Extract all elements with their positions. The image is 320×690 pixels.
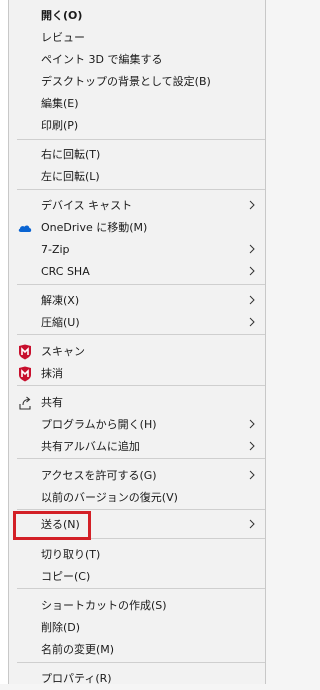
menu-item-5[interactable]: 編集(E) (9, 93, 265, 115)
highlight-box-send-to (13, 511, 91, 540)
menu-item-label: 削除(D) (41, 621, 81, 634)
menu-separator (17, 284, 265, 285)
menu-item-label: OneDrive に移動(M) (41, 221, 148, 234)
share-icon (17, 395, 33, 411)
menu-item-20[interactable]: アクセスを許可する(G) (9, 465, 265, 487)
menu-item-15[interactable]: スキャン (9, 341, 265, 363)
menu-item-24[interactable]: コピー(C) (9, 566, 265, 588)
menu-item-label: アクセスを許可する(G) (41, 469, 157, 482)
menu-item-13[interactable]: 解凍(X) (9, 290, 265, 312)
menu-item-label: ペイント 3D で編集する (41, 53, 163, 66)
menu-item-label: 左に回転(L) (41, 170, 100, 183)
menu-item-label: ショートカットの作成(S) (41, 599, 167, 612)
menu-separator (17, 509, 265, 510)
menu-item-label: 印刷(P) (41, 119, 79, 132)
menu-item-27[interactable]: 名前の変更(M) (9, 639, 265, 661)
menu-item-label: プロパティ(R) (41, 672, 112, 685)
menu-item-28[interactable]: プロパティ(R) (9, 668, 265, 690)
submenu-arrow-icon (249, 419, 255, 429)
menu-separator (17, 139, 265, 140)
onedrive-cloud-icon (17, 220, 33, 236)
menu-item-label: スキャン (41, 345, 85, 358)
menu-item-12[interactable]: CRC SHA (9, 261, 265, 283)
menu-item-label: 解凍(X) (41, 294, 80, 307)
mcafee-shield-icon (17, 366, 33, 382)
menu-item-25[interactable]: ショートカットの作成(S) (9, 595, 265, 617)
menu-item-label: 7-Zip (41, 243, 70, 256)
menu-item-label: コピー(C) (41, 570, 91, 583)
submenu-arrow-icon (249, 470, 255, 480)
menu-item-23[interactable]: 切り取り(T) (9, 544, 265, 566)
menu-item-label: デスクトップの背景として設定(B) (41, 75, 211, 88)
menu-item-label: レビュー (41, 31, 85, 44)
menu-item-label: CRC SHA (41, 265, 90, 278)
menu-item-label: 圧縮(U) (41, 316, 80, 329)
menu-item-label: 名前の変更(M) (41, 643, 115, 656)
submenu-arrow-icon (249, 244, 255, 254)
menu-item-label: デバイス キャスト (41, 199, 133, 212)
menu-item-label: 右に回転(T) (41, 148, 101, 161)
menu-item-11[interactable]: 7-Zip (9, 239, 265, 261)
menu-separator (17, 662, 265, 663)
menu-item-18[interactable]: プログラムから開く(H) (9, 414, 265, 436)
menu-item-label: 共有 (41, 396, 63, 409)
mcafee-shield-icon (17, 344, 33, 360)
menu-item-16[interactable]: 抹消 (9, 363, 265, 385)
submenu-arrow-icon (249, 317, 255, 327)
context-menu: 開く(O) レビューペイント 3D で編集するデスクトップの背景として設定(B) 編… (8, 0, 266, 685)
submenu-arrow-icon (249, 200, 255, 210)
menu-item-4[interactable]: デスクトップの背景として設定(B) (9, 71, 265, 93)
menu-item-7[interactable]: 右に回転(T) (9, 144, 265, 166)
menu-item-8[interactable]: 左に回転(L) (9, 166, 265, 188)
menu-separator (17, 334, 265, 335)
menu-item-17[interactable]: 共有 (9, 392, 265, 414)
menu-item-19[interactable]: 共有アルバムに追加 (9, 436, 265, 458)
submenu-arrow-icon (249, 441, 255, 451)
menu-item-21[interactable]: 以前のバージョンの復元(V) (9, 487, 265, 509)
menu-item-10[interactable]: OneDrive に移動(M) (9, 217, 265, 239)
menu-item-1[interactable]: 開く(O) (9, 5, 265, 27)
menu-item-6[interactable]: 印刷(P) (9, 115, 265, 137)
menu-item-label: 開く(O) (41, 9, 83, 22)
menu-item-label: プログラムから開く(H) (41, 418, 157, 431)
menu-item-9[interactable]: デバイス キャスト (9, 195, 265, 217)
menu-separator (17, 458, 265, 459)
menu-item-label: 編集(E) (41, 97, 79, 110)
menu-item-2[interactable]: レビュー (9, 27, 265, 49)
menu-separator (17, 385, 265, 386)
menu-separator (17, 189, 265, 190)
submenu-arrow-icon (249, 519, 255, 529)
submenu-arrow-icon (249, 295, 255, 305)
menu-separator (17, 588, 265, 589)
menu-item-label: 抹消 (41, 367, 63, 380)
menu-item-3[interactable]: ペイント 3D で編集する (9, 49, 265, 71)
menu-item-14[interactable]: 圧縮(U) (9, 312, 265, 334)
menu-item-label: 切り取り(T) (41, 548, 101, 561)
menu-item-26[interactable]: 削除(D) (9, 617, 265, 639)
submenu-arrow-icon (249, 266, 255, 276)
menu-item-label: 共有アルバムに追加 (41, 440, 140, 453)
menu-item-label: 以前のバージョンの復元(V) (41, 491, 178, 504)
